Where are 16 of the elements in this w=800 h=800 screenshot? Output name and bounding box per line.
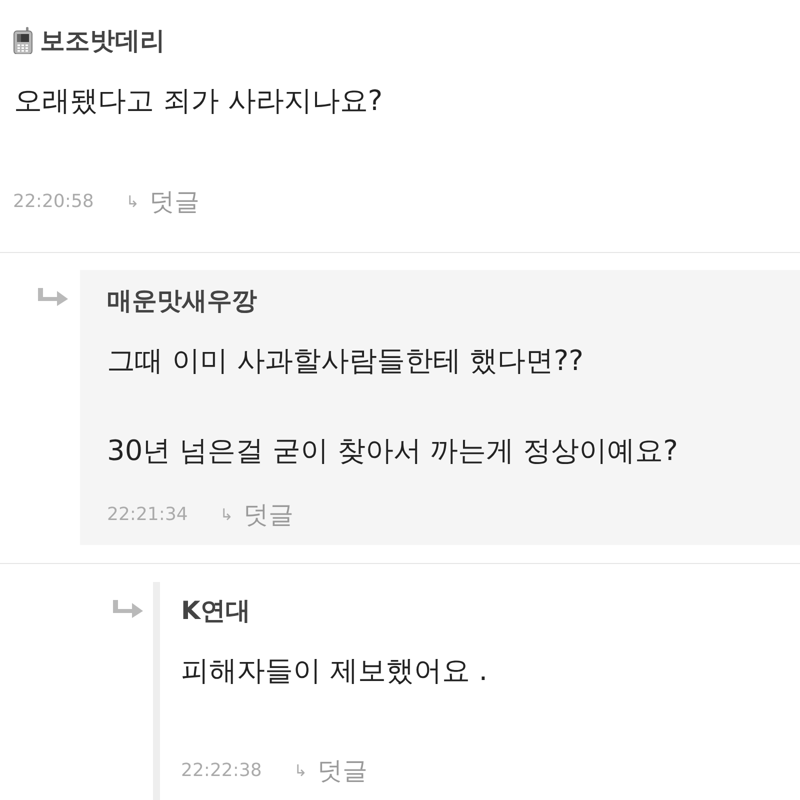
reply-arrow-icon	[38, 288, 68, 306]
reply-arrow-icon	[113, 600, 143, 618]
comment-time: 22:22:38	[181, 760, 262, 780]
author-name: 매운맛새우깡	[107, 284, 257, 316]
comment-text: 피해자들이 제보했어요 .	[181, 653, 489, 689]
comment-text: 그때 이미 사과할사람들한테 했다면??	[107, 343, 584, 379]
author-name: 보조밧데리	[40, 24, 165, 56]
reply-link[interactable]: ↳ 덧글	[126, 184, 200, 218]
mobile-phone-icon	[13, 26, 33, 54]
comment-text: 30년 넘은걸 굳이 찾아서 까는게 정상이예요?	[107, 433, 679, 469]
reply-link[interactable]: ↳ 덧글	[294, 754, 368, 786]
comment-text: 오래됐다고 죄가 사라지나요?	[14, 83, 384, 119]
comment-time: 22:20:58	[13, 190, 94, 212]
comment-time: 22:21:34	[107, 504, 188, 524]
reply-link[interactable]: ↳ 덧글	[220, 498, 294, 530]
author-name: K연대	[181, 594, 250, 626]
